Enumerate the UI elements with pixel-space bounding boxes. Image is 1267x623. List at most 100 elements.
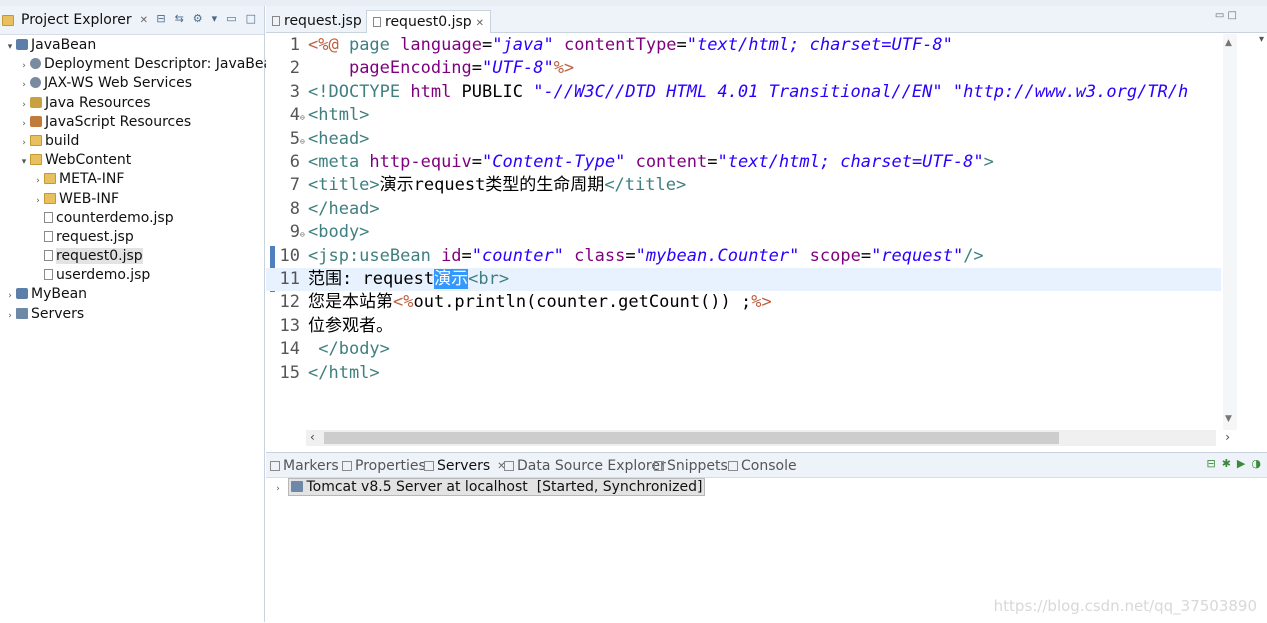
code-line[interactable]: 4⊖ <html>: [266, 104, 1221, 127]
folder-icon: [44, 192, 56, 204]
code-line[interactable]: 11 范围: request演示<br>: [266, 268, 1221, 292]
overview-ruler-arrow-icon[interactable]: ▾: [1259, 34, 1264, 45]
tree-item[interactable]: › Servers: [0, 305, 264, 324]
tree-item[interactable]: ▾ WebContent: [0, 151, 264, 170]
tree-item-label: WEB-INF: [59, 190, 119, 207]
editor-tab-request-jsp[interactable]: request.jsp: [266, 10, 368, 32]
editor-tab-bar: request.jsp request0.jsp ✕ ▭ □: [266, 6, 1267, 33]
chevron-right-icon[interactable]: ›: [18, 76, 30, 95]
bottom-tab-markers[interactable]: Markers: [270, 458, 339, 474]
tree-item-label: build: [45, 132, 80, 149]
server-entry[interactable]: › Tomcat v8.5 Server at localhost [Start…: [272, 478, 706, 496]
snippets-icon: [654, 461, 664, 471]
minimize-icon[interactable]: ▭: [1215, 10, 1224, 21]
tree-item[interactable]: › JavaScript Resources: [0, 113, 264, 132]
debug-server-icon[interactable]: ✱: [1222, 457, 1231, 470]
expand-arrow-icon[interactable]: ›: [272, 484, 284, 494]
editor-tab-label: request0.jsp: [385, 14, 472, 30]
minimize-icon[interactable]: ▭: [226, 12, 236, 25]
chevron-right-icon[interactable]: ›: [18, 57, 30, 76]
tree-item[interactable]: userdemo.jsp: [0, 266, 264, 285]
code-line[interactable]: 7 <title>演示request类型的生命周期</title>: [266, 174, 1221, 197]
code-line[interactable]: 5⊖ <head>: [266, 128, 1221, 151]
selected-text: 演示: [434, 269, 469, 289]
scroll-down-icon[interactable]: ▼: [1225, 414, 1232, 424]
tree-item[interactable]: › META-INF: [0, 170, 264, 189]
fold-icon[interactable]: ⊖: [300, 130, 308, 153]
chevron-right-icon[interactable]: ›: [4, 287, 16, 306]
chevron-right-icon[interactable]: ›: [4, 307, 16, 326]
line-number: 4: [289, 105, 300, 126]
maximize-icon[interactable]: □: [246, 12, 256, 25]
collapse-icon[interactable]: ⊟: [1206, 457, 1215, 470]
tree-item-label: Servers: [31, 305, 85, 322]
close-icon[interactable]: ✕: [476, 18, 484, 29]
code-line[interactable]: 8 </head>: [266, 198, 1221, 221]
tree-item[interactable]: request0.jsp: [0, 247, 264, 266]
code-line[interactable]: 12 您是本站第<%out.println(counter.getCount())…: [266, 291, 1221, 314]
code-line[interactable]: 13 位参观者。: [266, 315, 1221, 338]
maximize-icon[interactable]: □: [1228, 10, 1237, 21]
code-line[interactable]: 1 <%@ page language="java" contentType="t…: [266, 34, 1221, 57]
fold-icon[interactable]: ⊖: [300, 223, 308, 246]
vertical-scrollbar[interactable]: ▲ ▼: [1223, 34, 1237, 430]
chevron-right-icon[interactable]: ›: [32, 172, 44, 191]
file-icon: [44, 269, 53, 281]
scroll-left-icon[interactable]: ‹: [310, 430, 315, 444]
start-server-icon[interactable]: ▶: [1237, 457, 1245, 470]
view-menu-icon[interactable]: ▾: [212, 12, 218, 25]
tree-item[interactable]: › build: [0, 132, 264, 151]
tree-item[interactable]: › Java Resources: [0, 94, 264, 113]
code-line[interactable]: 9⊖ <body>: [266, 221, 1221, 244]
editor-tab-request0-jsp[interactable]: request0.jsp ✕: [366, 10, 492, 33]
link-editor-icon[interactable]: ⇆: [175, 12, 184, 25]
bottom-tab-data-source-explorer[interactable]: Data Source Explorer: [504, 458, 666, 474]
profile-server-icon[interactable]: ◑: [1251, 457, 1261, 470]
tree-item[interactable]: › MyBean: [0, 285, 264, 304]
tree-item[interactable]: counterdemo.jsp: [0, 209, 264, 228]
horizontal-scrollbar[interactable]: ‹ ›: [306, 430, 1230, 446]
java-icon: [30, 96, 42, 108]
line-number: 14: [279, 339, 300, 360]
code-token: <%: [393, 292, 414, 313]
scroll-right-icon[interactable]: ›: [1225, 430, 1230, 444]
gear-icon: [30, 58, 41, 70]
fold-icon[interactable]: ⊖: [300, 106, 308, 129]
code-line[interactable]: 6 <meta http-equiv="Content-Type" content…: [266, 151, 1221, 174]
chevron-down-icon[interactable]: ▾: [18, 153, 30, 172]
code-token: <html>: [308, 105, 370, 126]
close-icon[interactable]: ✕: [140, 15, 148, 26]
js-icon: [30, 115, 42, 127]
bottom-panel: ⊟ ✱ ▶ ◑ Markers Properties Servers ✕ Data So…: [266, 452, 1267, 623]
bottom-tab-snippets[interactable]: Snippets: [654, 458, 728, 474]
tree-item[interactable]: › JAX-WS Web Services: [0, 74, 264, 93]
chevron-right-icon[interactable]: ›: [18, 96, 30, 115]
code-token: <meta: [308, 152, 370, 172]
bottom-tab-properties[interactable]: Properties: [342, 458, 426, 474]
tree-item[interactable]: ▾ JavaBean: [0, 36, 264, 55]
chevron-right-icon[interactable]: ›: [18, 134, 30, 153]
code-editor[interactable]: 1 <%@ page language="java" contentType="t…: [266, 34, 1223, 430]
chevron-right-icon[interactable]: ›: [18, 115, 30, 134]
bottom-tab-console[interactable]: Console: [728, 458, 797, 474]
bottom-tab-servers[interactable]: Servers ✕: [424, 458, 506, 474]
chevron-right-icon[interactable]: ›: [32, 192, 44, 211]
tree-item[interactable]: › Deployment Descriptor: JavaBean: [0, 55, 281, 76]
tree-item[interactable]: › WEB-INF: [0, 190, 264, 209]
scroll-up-icon[interactable]: ▲: [1225, 38, 1232, 48]
collapse-all-icon[interactable]: ⊟: [156, 12, 165, 25]
line-number: 12: [279, 292, 300, 313]
code-line[interactable]: 15 </html>: [266, 362, 1221, 385]
tree-item-label: Java Resources: [45, 94, 151, 111]
tree-item[interactable]: request.jsp: [0, 228, 264, 247]
chevron-down-icon[interactable]: ▾: [4, 38, 16, 57]
code-line[interactable]: 10 <jsp:useBean id="counter" class="mybea…: [266, 245, 1221, 268]
code-line[interactable]: 2 pageEncoding="UTF-8"%>: [266, 57, 1221, 80]
code-line[interactable]: 3 <!DOCTYPE html PUBLIC "-//W3C//DTD HTML…: [266, 81, 1221, 104]
filter-icon[interactable]: ⚙: [193, 12, 203, 25]
horizontal-scroll-thumb[interactable]: [324, 432, 1059, 444]
project-explorer-tab[interactable]: Project Explorer ✕: [2, 12, 148, 28]
bottom-tab-label: Properties: [355, 458, 426, 474]
code-line[interactable]: 14 </body>: [266, 338, 1221, 361]
